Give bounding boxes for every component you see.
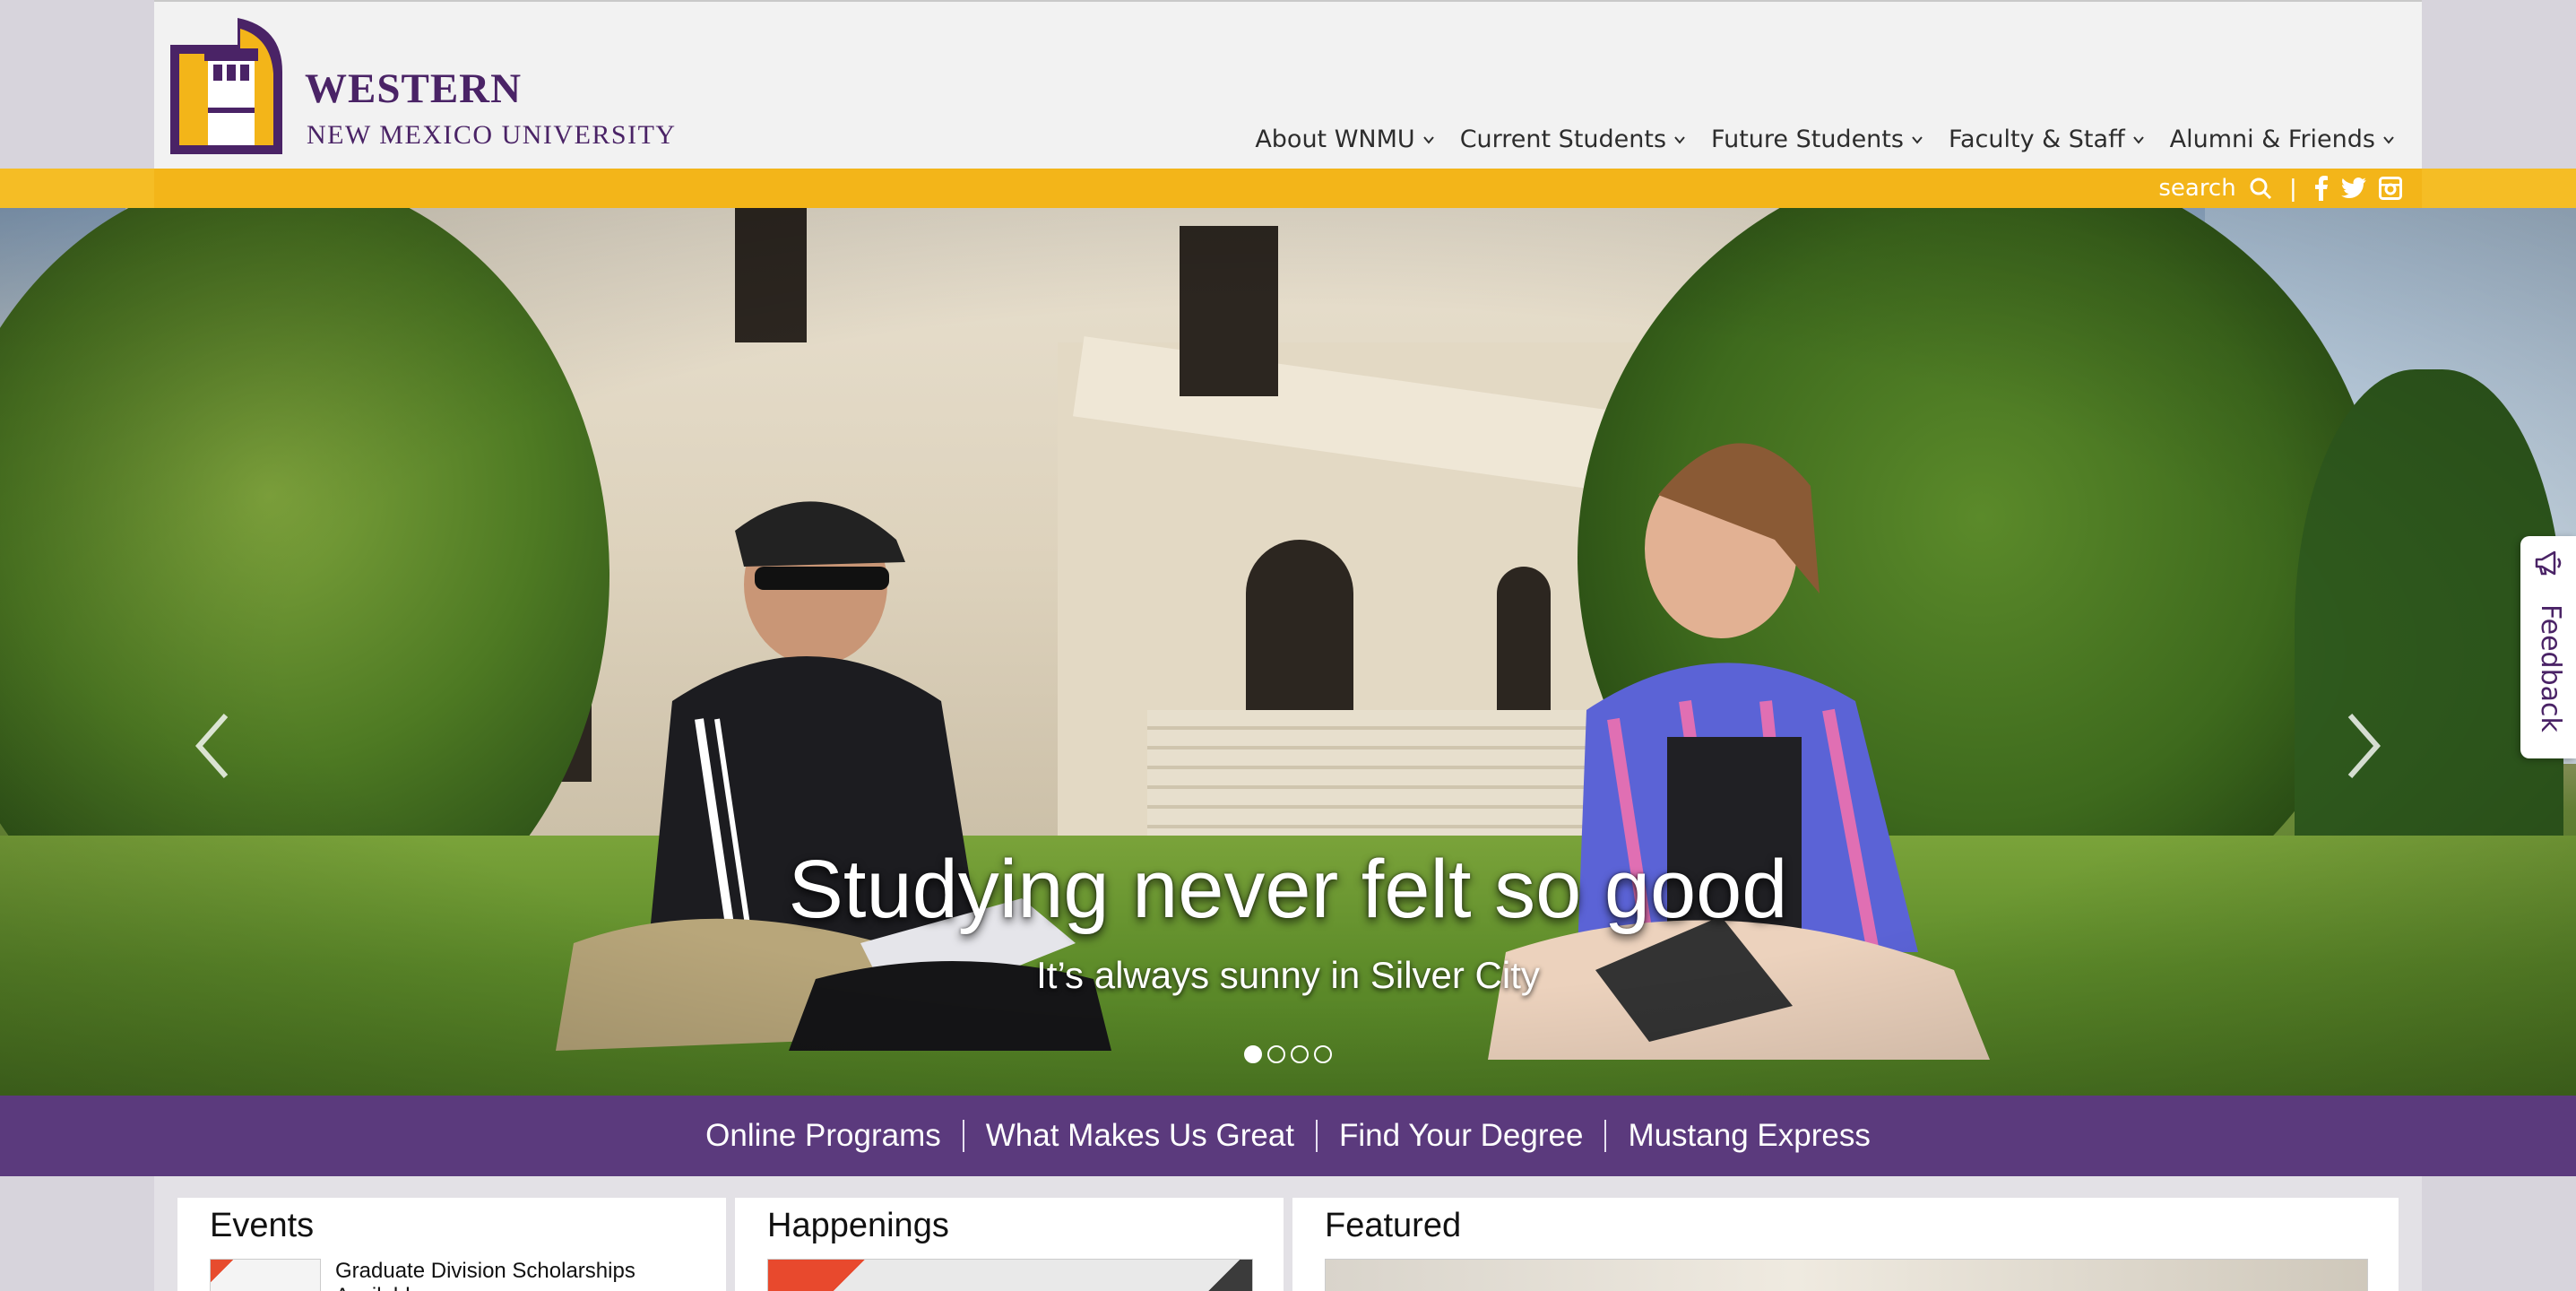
carousel-dot-4[interactable]: [1314, 1045, 1332, 1063]
nav-label: Faculty & Staff: [1948, 126, 2125, 153]
nav-future-students[interactable]: Future Students: [1699, 126, 1936, 153]
logo-wordmark-university: NEW MEXICO UNIVERSITY: [307, 120, 677, 150]
logo-tower-icon: [170, 18, 282, 154]
site-header: WESTERN NEW MEXICO UNIVERSITY About WNMU…: [154, 0, 2422, 169]
event-item[interactable]: Graduate Division Scholarships Available: [210, 1259, 676, 1291]
utility-separator: |: [2289, 174, 2296, 202]
quicklink-what-makes-us-great[interactable]: What Makes Us Great: [964, 1118, 1316, 1154]
chevron-down-icon: [1912, 135, 1923, 144]
happenings-panel: Happenings: [735, 1198, 1284, 1291]
twitter-icon[interactable]: [2341, 178, 2366, 199]
hero-headline: Studying never felt so good: [788, 844, 1788, 935]
utility-links: search |: [2158, 172, 2402, 204]
wnmu-logo[interactable]: WESTERN NEW MEXICO UNIVERSITY: [170, 18, 851, 161]
event-thumbnail: [210, 1259, 321, 1291]
nav-alumni-friends[interactable]: Alumni & Friends: [2157, 126, 2407, 153]
content-area: Events Graduate Division Scholarships Av…: [154, 1176, 2422, 1291]
nav-label: Current Students: [1459, 126, 1667, 153]
feedback-tab[interactable]: Feedback: [2520, 536, 2576, 758]
featured-panel: Featured: [1292, 1198, 2399, 1291]
event-title: Graduate Division Scholarships Available: [335, 1259, 635, 1291]
carousel-next-arrow[interactable]: [2341, 710, 2386, 782]
featured-image[interactable]: [1325, 1259, 2368, 1291]
carousel-dot-1[interactable]: [1244, 1045, 1262, 1063]
main-navigation: About WNMU Current Students Future Stude…: [1242, 126, 2407, 153]
carousel-dot-3[interactable]: [1291, 1045, 1309, 1063]
search-icon[interactable]: [2249, 177, 2272, 200]
hero-carousel: Studying never felt so good It’s always …: [0, 208, 2576, 1096]
events-panel: Events Graduate Division Scholarships Av…: [177, 1198, 726, 1291]
nav-faculty-staff[interactable]: Faculty & Staff: [1936, 126, 2157, 153]
chevron-down-icon: [2383, 135, 2394, 144]
nav-about-wnmu[interactable]: About WNMU: [1242, 126, 1447, 153]
chevron-down-icon: [1422, 135, 1434, 144]
search-link[interactable]: search: [2158, 175, 2235, 202]
events-title: Events: [210, 1207, 315, 1244]
nav-label: Alumni & Friends: [2169, 126, 2375, 153]
quicklink-online-programs[interactable]: Online Programs: [684, 1118, 963, 1154]
quick-links-bar: Online Programs What Makes Us Great Find…: [0, 1096, 2576, 1176]
nav-label: Future Students: [1711, 126, 1904, 153]
featured-title: Featured: [1325, 1207, 1462, 1244]
megaphone-icon: [2535, 550, 2562, 576]
utility-bar: search |: [0, 169, 2576, 208]
feedback-label: Feedback: [2535, 604, 2566, 732]
carousel-indicators: [1244, 1045, 1332, 1063]
chevron-down-icon: [2132, 135, 2144, 144]
logo-wordmark-western: WESTERN: [305, 65, 523, 112]
facebook-icon[interactable]: [2314, 176, 2329, 201]
instagram-icon[interactable]: [2379, 177, 2402, 200]
carousel-prev-arrow[interactable]: [190, 710, 235, 782]
nav-label: About WNMU: [1255, 126, 1415, 153]
happenings-image[interactable]: [767, 1259, 1253, 1291]
chevron-down-icon: [1674, 135, 1685, 144]
quicklink-mustang-express[interactable]: Mustang Express: [1606, 1118, 1891, 1154]
utility-bar-inner: search |: [154, 169, 2422, 208]
happenings-title: Happenings: [767, 1207, 949, 1244]
hero-subline: It’s always sunny in Silver City: [1036, 954, 1540, 996]
carousel-dot-2[interactable]: [1267, 1045, 1285, 1063]
nav-current-students[interactable]: Current Students: [1448, 126, 1699, 153]
quicklink-find-your-degree[interactable]: Find Your Degree: [1318, 1118, 1604, 1154]
